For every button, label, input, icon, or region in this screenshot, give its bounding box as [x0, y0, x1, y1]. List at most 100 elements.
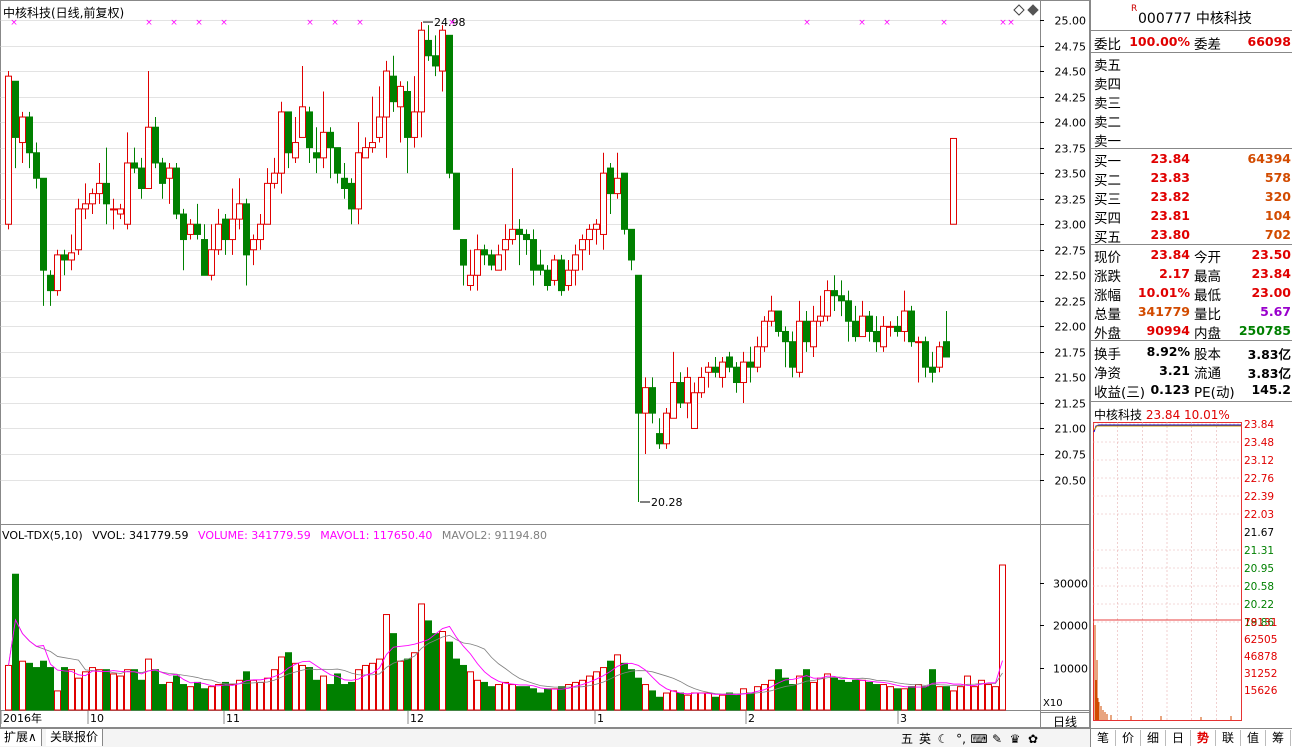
- candle-body-up: [572, 254, 579, 271]
- candle-body-up: [740, 361, 747, 384]
- tab-related-quotes[interactable]: 关联报价: [46, 729, 104, 746]
- candle-body-up: [299, 106, 306, 138]
- panel-tab-3[interactable]: 日: [1166, 730, 1191, 746]
- buy-price: 23.80: [1150, 227, 1190, 242]
- quote-panel: R 000777 中核科技 委比 100.00% 委差 66098 卖五 卖四 卖三…: [1090, 0, 1292, 747]
- volume-bar-down: [40, 660, 47, 711]
- volume-bar-down: [712, 696, 719, 711]
- volume-bar-up: [215, 684, 222, 711]
- mini-price-tick-down: 20.22: [1244, 599, 1274, 611]
- rights-mark: R: [1131, 4, 1138, 14]
- volume-bar-down: [523, 686, 530, 711]
- intraday-chart[interactable]: 23.84 23.48 23.12 22.76 22.39 22.03 21.67 21.31…: [1091, 418, 1292, 728]
- buy-price: 23.83: [1150, 170, 1190, 185]
- candle-body-up: [901, 310, 908, 332]
- panel-tab-7[interactable]: 筹: [1266, 730, 1291, 746]
- date-label: 11: [226, 712, 240, 725]
- candle-body-down: [544, 269, 551, 287]
- candle-body-down: [635, 274, 642, 414]
- candle-body-down: [943, 341, 950, 358]
- quote-label: 涨幅: [1094, 288, 1121, 304]
- panel-tab-6[interactable]: 值: [1241, 730, 1266, 746]
- keyboard-icon[interactable]: ⌨: [970, 732, 988, 746]
- buy-label: 买三: [1094, 192, 1121, 208]
- volume-bar-down: [313, 679, 320, 711]
- volume-bar-down: [12, 573, 19, 711]
- wrench-icon[interactable]: ✿: [1024, 732, 1042, 746]
- volume-bar-up: [75, 677, 82, 711]
- volume-bar-up: [110, 673, 117, 711]
- candle-body-up: [614, 177, 621, 195]
- candlestick-chart[interactable]: 25.00 24.75 24.50 24.25 24.00 23.75 23.50 23.25…: [0, 0, 1090, 747]
- tab-expand[interactable]: 扩展∧: [0, 729, 42, 746]
- quote-row: 现价 23.84 今开 23.50: [1091, 245, 1292, 266]
- candle-body-down: [712, 366, 719, 373]
- candle-body-up: [691, 392, 698, 429]
- quote-value: 23.84: [1251, 266, 1291, 281]
- mini-vol-tick: 62505: [1244, 634, 1277, 646]
- panel-tab-0[interactable]: 笔: [1091, 730, 1116, 746]
- buy-volume: 578: [1264, 170, 1291, 185]
- bottom-tab-bar: 扩展∧ 关联报价 五英 ☾ °, ⌨ ✎ ♛ ✿: [0, 728, 1090, 747]
- punctuation-icon[interactable]: °,: [952, 732, 970, 746]
- volume-bar-down: [390, 633, 397, 711]
- pen-icon[interactable]: ✎: [988, 732, 1006, 746]
- sell-level-row: 卖三: [1091, 91, 1292, 112]
- volume-bar-up: [614, 654, 621, 711]
- candle-body-up: [936, 346, 943, 368]
- volume-bar-up: [810, 681, 817, 711]
- mini-price-tick-down: 20.95: [1244, 563, 1274, 575]
- volume-bar-up: [320, 675, 327, 711]
- mini-price-tick-up: 23.84: [1244, 419, 1274, 431]
- volume-bar-down: [838, 679, 845, 711]
- volume-bar-down: [894, 688, 901, 711]
- volume-bar-up: [495, 684, 502, 711]
- candle-body-up: [411, 111, 418, 138]
- signal-marker: ×: [883, 18, 891, 28]
- finance-label: 流通: [1194, 366, 1221, 382]
- candle-body-up: [264, 182, 271, 225]
- mini-price-tick-down: 21.31: [1244, 545, 1274, 557]
- volume-bar-up: [117, 675, 124, 711]
- volume-bar-up: [705, 692, 712, 711]
- ime-english-icon[interactable]: 英: [916, 730, 934, 747]
- volume-bar-down: [460, 664, 467, 711]
- candle-body-down: [607, 167, 614, 195]
- finance-row: 净资 3.21 流通 3.83亿: [1091, 361, 1292, 382]
- volume-bar-up: [166, 681, 173, 711]
- volume-bar-up: [642, 684, 649, 711]
- quote-value: 5.67: [1260, 304, 1291, 319]
- moon-icon[interactable]: ☾: [934, 732, 952, 746]
- price-tick-label: 24.25: [1055, 92, 1087, 105]
- candle-body-up: [271, 172, 278, 184]
- mini-vol-tick: 78131: [1244, 617, 1277, 629]
- sell-label: 卖四: [1094, 77, 1121, 93]
- quote-value: 341779: [1137, 304, 1190, 319]
- vol-indicator-name: VOL-TDX(5,10): [2, 529, 83, 542]
- candle-body-up: [355, 152, 362, 210]
- volume-bar-up: [68, 669, 75, 711]
- mini-frame: [1093, 422, 1242, 721]
- candle-body-up: [768, 310, 775, 322]
- candle-body-down: [747, 361, 754, 368]
- candle-body-down: [649, 387, 656, 414]
- skin-icon[interactable]: ♛: [1006, 732, 1024, 746]
- volume-bar-up: [467, 671, 474, 711]
- mini-vol-tick: 46878: [1244, 651, 1277, 663]
- volume-bar-down: [222, 681, 229, 711]
- volume-bar-down: [649, 690, 656, 711]
- panel-tab-1[interactable]: 价: [1116, 730, 1141, 746]
- panel-tab-4[interactable]: 势: [1191, 730, 1216, 746]
- volume-bar-up: [698, 692, 705, 711]
- volume-bar-up: [299, 664, 306, 711]
- quote-label: 内盘: [1194, 326, 1221, 342]
- quote-value: 23.00: [1251, 285, 1291, 300]
- volume-bar-down: [159, 684, 166, 711]
- kline-chart-area[interactable]: 25.00 24.75 24.50 24.25 24.00 23.75 23.50 23.25…: [0, 0, 1090, 747]
- candle-body-up: [236, 203, 243, 220]
- panel-tab-2[interactable]: 细: [1141, 730, 1166, 746]
- ime-wubi-icon[interactable]: 五: [898, 730, 916, 747]
- panel-tab-5[interactable]: 联: [1216, 730, 1241, 746]
- date-label: 1: [597, 712, 604, 725]
- volume-bar-down: [285, 652, 292, 711]
